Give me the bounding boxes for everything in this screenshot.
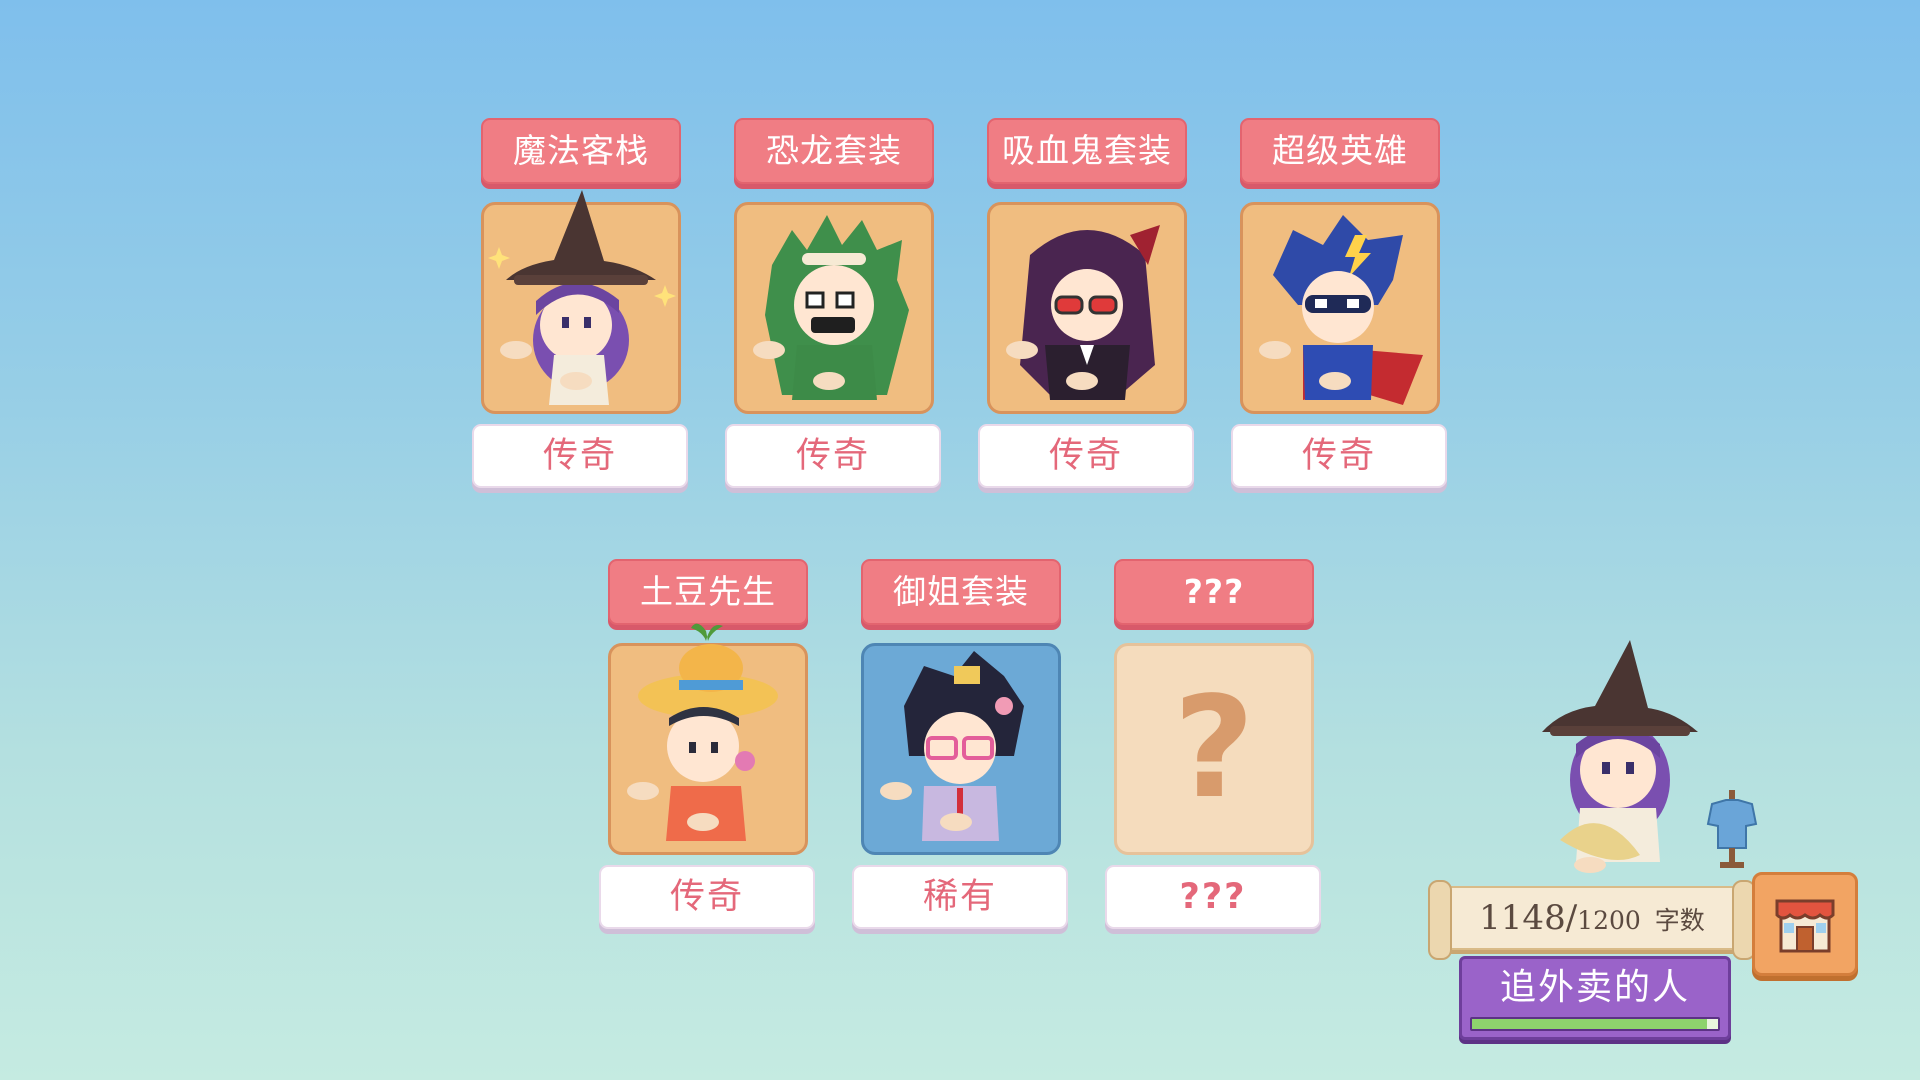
wardrobe-icon[interactable] [1706, 790, 1758, 870]
word-count-max: 1200 [1577, 906, 1641, 935]
outfit-title[interactable]: 超级英雄 [1240, 118, 1440, 184]
rarity-label: 传奇 [978, 424, 1194, 488]
shop-icon [1775, 899, 1835, 953]
outfit-portrait[interactable] [1240, 202, 1440, 414]
outfit-title[interactable]: ??? [1114, 559, 1314, 625]
word-count-scroll: 1148/1200 字数 [1428, 880, 1756, 960]
rarity-label: 传奇 [725, 424, 941, 488]
progress-bar [1470, 1017, 1720, 1031]
shop-button[interactable] [1752, 872, 1858, 976]
outfit-title[interactable]: 恐龙套装 [734, 118, 934, 184]
question-mark-icon: ? [1173, 667, 1255, 830]
rarity-label: ??? [1105, 865, 1321, 929]
outfit-portrait[interactable] [608, 623, 808, 855]
lady-character-icon [880, 651, 1024, 841]
outfit-portrait[interactable]: ? [1114, 643, 1314, 855]
rarity-label: 传奇 [472, 424, 688, 488]
rarity-label: 传奇 [599, 865, 815, 929]
character-name-plate: 追外卖的人 [1459, 956, 1731, 1040]
outfit-portrait[interactable] [861, 643, 1061, 855]
outfit-portrait[interactable] [734, 202, 934, 414]
witch-character-icon [488, 190, 676, 405]
outfit-title[interactable]: 吸血鬼套装 [987, 118, 1187, 184]
vampire-character-icon [1006, 225, 1160, 400]
word-count-unit: 字数 [1654, 906, 1705, 935]
hero-character-icon [1259, 215, 1423, 405]
outfit-portrait[interactable] [481, 190, 681, 414]
rarity-label: 传奇 [1231, 424, 1447, 488]
potato-character-icon [627, 623, 778, 841]
dino-character-icon [753, 215, 909, 400]
character-name: 追外卖的人 [1499, 967, 1690, 1008]
outfit-title[interactable]: 土豆先生 [608, 559, 808, 625]
outfit-title[interactable]: 御姐套装 [861, 559, 1061, 625]
word-count-separator: / [1565, 898, 1578, 938]
player-character-icon [1542, 640, 1698, 873]
outfit-portrait[interactable] [987, 202, 1187, 414]
rarity-label: 稀有 [852, 865, 1068, 929]
scroll-roll-left [1428, 880, 1452, 960]
outfit-title[interactable]: 魔法客栈 [481, 118, 681, 184]
progress-bar-fill [1472, 1019, 1708, 1029]
word-count-current: 1148 [1479, 898, 1566, 938]
